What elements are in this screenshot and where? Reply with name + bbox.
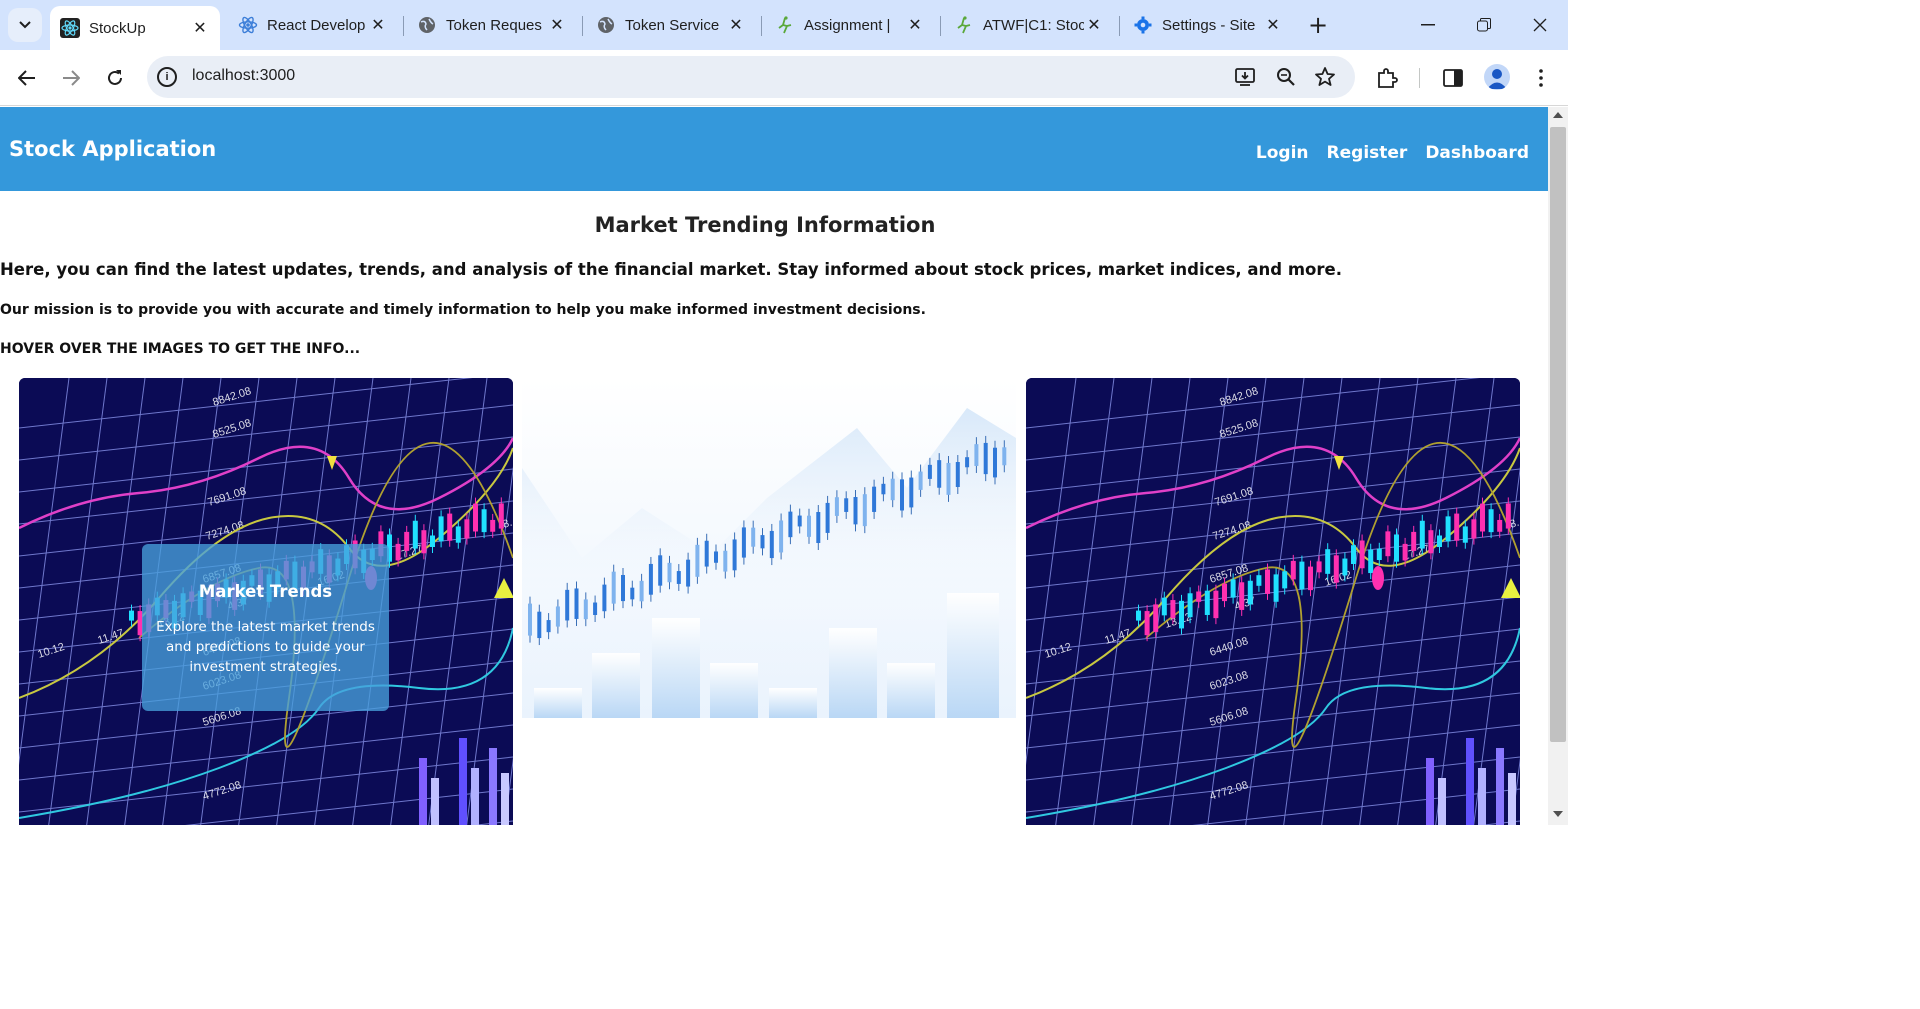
close-icon[interactable]: ✕ [547, 15, 567, 35]
close-icon[interactable]: ✕ [1084, 15, 1104, 35]
close-icon[interactable]: ✕ [190, 18, 210, 38]
nav-register-link[interactable]: Register [1327, 143, 1408, 163]
profile-avatar-icon[interactable] [1484, 64, 1510, 90]
candlestick-image-card[interactable] [522, 378, 1016, 825]
url-text[interactable]: localhost:3000 [192, 67, 295, 85]
app-brand[interactable]: Stock Application [9, 137, 216, 161]
tab-settings[interactable]: Settings - Site ✕ [1123, 6, 1293, 44]
install-app-icon[interactable] [1234, 65, 1258, 89]
tab-atwf[interactable]: ATWF|C1: Stoc ✕ [944, 6, 1114, 44]
tab-token-request[interactable]: Token Reques ✕ [407, 6, 577, 44]
tab-separator [940, 16, 941, 36]
close-icon[interactable]: ✕ [1263, 15, 1283, 35]
new-tab-plus-icon[interactable]: + [1303, 10, 1333, 40]
tab-separator [582, 16, 583, 36]
browser-tabstrip: StockUp ✕ React Develop ✕ Token Reques ✕… [0, 0, 1568, 50]
page-title: Market Trending Information [594, 213, 936, 237]
close-icon[interactable]: ✕ [368, 15, 388, 35]
react-icon [60, 18, 80, 38]
tab-separator [1119, 16, 1120, 36]
tab-react-developer[interactable]: React Develop ✕ [228, 6, 398, 44]
stock-screen-image-card[interactable]: 8842.08 8525.08 7691.08 7274.08 17.27 6857.08… [1026, 378, 1520, 825]
minimize-icon[interactable] [1405, 8, 1451, 42]
site-info-icon[interactable]: i [157, 67, 177, 87]
chevron-down-icon [19, 21, 31, 29]
globe-icon [596, 15, 616, 35]
globe-icon [417, 15, 437, 35]
runner-icon [954, 15, 974, 35]
nav-login-link[interactable]: Login [1256, 143, 1309, 163]
image-info-overlay: Market Trends Explore the latest market … [142, 544, 389, 711]
stock-screen-image: 8842.088525.087691.087274.0817.276857.08… [1026, 378, 1520, 825]
back-arrow-icon[interactable] [9, 60, 45, 96]
forward-arrow-icon[interactable] [53, 60, 89, 96]
side-panel-icon[interactable] [1438, 63, 1468, 93]
candlestick-illustration [522, 378, 1016, 718]
intro-text: Here, you can find the latest updates, t… [0, 260, 1342, 279]
tab-assignment[interactable]: Assignment | ✕ [765, 6, 935, 44]
toolbar-divider [1419, 68, 1420, 88]
zoom-icon[interactable] [1274, 65, 1298, 89]
scroll-up-arrow-icon[interactable] [1553, 112, 1563, 118]
tab-stockup[interactable]: StockUp ✕ [50, 6, 220, 50]
runner-icon [775, 15, 795, 35]
tab-title: ATWF|C1: Stoc [983, 16, 1084, 34]
address-bar[interactable]: i localhost:3000 [147, 56, 1355, 98]
scroll-down-arrow-icon[interactable] [1553, 811, 1563, 817]
reload-icon[interactable] [97, 60, 133, 96]
window-close-icon[interactable] [1517, 8, 1563, 42]
close-icon[interactable]: ✕ [905, 15, 925, 35]
close-icon[interactable]: ✕ [726, 15, 746, 35]
mission-text: Our mission is to provide you with accur… [0, 302, 926, 318]
nav-links: Login Register Dashboard [1256, 143, 1529, 163]
tab-token-service[interactable]: Token Service ✕ [586, 6, 756, 44]
tab-title: StockUp [89, 19, 146, 37]
react-icon [238, 15, 258, 35]
web-page: Stock Application Login Register Dashboa… [0, 107, 1548, 825]
overlay-description: Explore the latest market trends and pre… [156, 619, 375, 675]
overlay-title: Market Trends [198, 582, 333, 601]
browser-menu-icon[interactable] [1526, 63, 1556, 93]
tab-title: Assignment | [804, 16, 891, 34]
restore-icon[interactable] [1461, 8, 1507, 42]
nav-dashboard-link[interactable]: Dashboard [1425, 143, 1529, 163]
browser-toolbar: i localhost:3000 [0, 50, 1568, 106]
extensions-puzzle-icon[interactable] [1372, 63, 1402, 93]
hover-hint-text: HOVER OVER THE IMAGES TO GET THE INFO... [0, 341, 361, 357]
app-navbar: Stock Application Login Register Dashboa… [0, 107, 1548, 191]
tab-title: Token Service [625, 16, 720, 34]
tab-title: React Develop [267, 16, 366, 34]
tab-title: Token Reques [446, 16, 542, 34]
tab-title: Settings - Site [1162, 16, 1256, 34]
tab-separator [403, 16, 404, 36]
scroll-thumb[interactable] [1550, 127, 1566, 742]
tab-separator [761, 16, 762, 36]
market-trends-image-card[interactable]: 8842.088525.087691.087274.0817.276857.08… [19, 378, 513, 825]
gear-icon [1133, 15, 1153, 35]
tab-search-button[interactable] [8, 8, 42, 42]
page-scrollbar[interactable] [1548, 107, 1568, 825]
bookmark-star-icon[interactable] [1313, 65, 1337, 89]
